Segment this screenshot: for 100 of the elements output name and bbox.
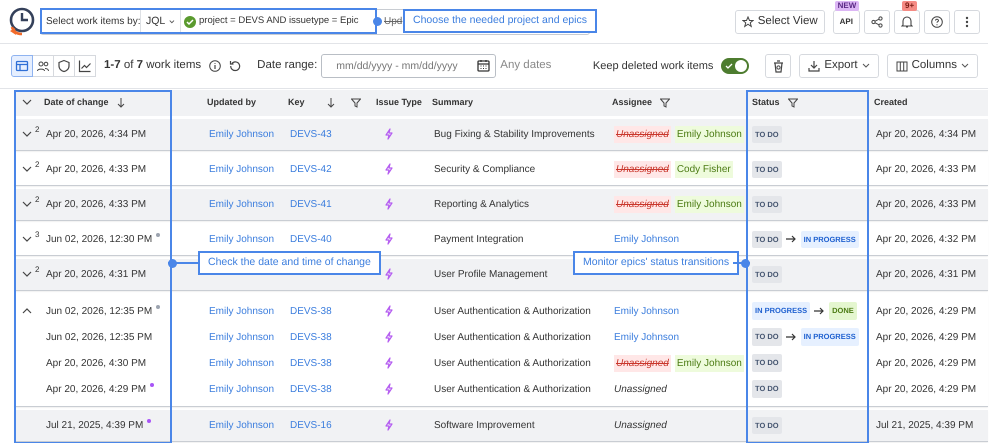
leader-line bbox=[168, 258, 198, 268]
filter-icon[interactable] bbox=[660, 98, 670, 108]
new-badge: NEW bbox=[834, 0, 860, 10]
sort-down-icon[interactable] bbox=[326, 98, 335, 108]
date-range-label: Date range: bbox=[257, 58, 318, 74]
lightning-icon bbox=[384, 198, 394, 210]
query-field[interactable]: project = DEVS AND issuetype = Epic bbox=[181, 10, 373, 34]
issue-key-link[interactable]: DEVS-43 bbox=[290, 129, 332, 140]
api-button[interactable]: API bbox=[832, 10, 860, 34]
column-header[interactable]: Date of change bbox=[44, 96, 109, 110]
filter-icon[interactable] bbox=[788, 98, 798, 108]
expand-icon[interactable] bbox=[22, 130, 32, 138]
new-assignee: Emily Johnson bbox=[674, 354, 744, 372]
filter-icon[interactable] bbox=[350, 98, 361, 108]
chevron-down-icon bbox=[961, 63, 969, 69]
info-icon[interactable] bbox=[209, 60, 222, 72]
lightning-icon bbox=[384, 268, 394, 280]
issue-key-link[interactable]: DEVS-38 bbox=[290, 384, 332, 394]
user-link[interactable]: Emily Johnson bbox=[209, 234, 274, 245]
leader-dot bbox=[373, 17, 382, 26]
created-date: Apr 20, 2026, 4:34 PM bbox=[876, 129, 976, 140]
view-toggle-button[interactable] bbox=[53, 55, 75, 77]
expand-icon[interactable] bbox=[22, 166, 32, 173]
issue-key-link[interactable]: DEVS-16 bbox=[290, 420, 332, 431]
assignee-link[interactable]: Emily Johnson bbox=[614, 330, 680, 344]
arrow-right-icon bbox=[786, 332, 797, 341]
table-view-icon bbox=[15, 59, 29, 73]
issue-key-link[interactable]: DEVS-41 bbox=[290, 199, 332, 210]
arrow-right-icon bbox=[814, 306, 826, 315]
change-date: Apr 20, 2026, 4:33 PM bbox=[46, 199, 146, 210]
created-date: Apr 20, 2026, 4:29 PM bbox=[876, 358, 976, 368]
user-link[interactable]: Emily Johnson bbox=[209, 384, 274, 394]
sort-down-icon[interactable] bbox=[116, 98, 125, 108]
issue-key-link[interactable]: DEVS-38 bbox=[290, 358, 332, 368]
user-link[interactable]: Emily Johnson bbox=[209, 358, 274, 368]
created-date: Apr 20, 2026, 4:33 PM bbox=[876, 199, 976, 210]
expand-icon[interactable] bbox=[22, 200, 32, 208]
trash-icon bbox=[772, 60, 784, 72]
notification-count-badge: 9+ bbox=[902, 0, 918, 10]
expand-icon[interactable] bbox=[22, 270, 32, 278]
share-button[interactable] bbox=[864, 10, 890, 34]
user-link[interactable]: Emily Johnson bbox=[209, 199, 274, 210]
callout-label: Choose the needed project and epics bbox=[403, 9, 597, 33]
columns-button[interactable]: Columns bbox=[886, 54, 978, 78]
change-date: Apr 20, 2026, 4:31 PM bbox=[46, 269, 146, 280]
reset-icon[interactable] bbox=[229, 60, 242, 72]
assignee-link[interactable]: Emily Johnson bbox=[614, 304, 680, 318]
user-link[interactable]: Emily Johnson bbox=[209, 306, 274, 316]
column-header[interactable]: Assignee bbox=[612, 96, 652, 110]
share-icon bbox=[871, 16, 883, 28]
user-link[interactable]: Emily Johnson bbox=[209, 420, 274, 431]
keep-deleted-toggle[interactable] bbox=[721, 58, 750, 74]
date-range-field[interactable]: mm/dd/yyyy - mm/dd/yyyy bbox=[321, 54, 496, 78]
expand-icon[interactable] bbox=[22, 236, 32, 243]
view-toggle-button[interactable] bbox=[11, 55, 33, 77]
user-link[interactable]: Emily Johnson bbox=[209, 129, 274, 140]
view-toggle-button[interactable] bbox=[32, 55, 54, 77]
user-link[interactable]: Emily Johnson bbox=[209, 164, 274, 175]
issue-key-link[interactable]: DEVS-38 bbox=[290, 332, 332, 342]
assignee-link[interactable]: Emily Johnson bbox=[614, 232, 680, 247]
notifications-button[interactable] bbox=[894, 10, 920, 34]
view-toggle-button[interactable] bbox=[74, 55, 96, 77]
created-date: Apr 20, 2026, 4:29 PM bbox=[876, 306, 976, 316]
lightning-icon bbox=[384, 128, 394, 140]
change-date: Apr 20, 2026, 4:33 PM bbox=[46, 164, 146, 175]
created-date: Jul 21, 2025, 4:39 PM bbox=[876, 420, 974, 431]
mode-dropdown[interactable]: JQL bbox=[141, 10, 181, 34]
issue-key-link[interactable]: DEVS-42 bbox=[290, 164, 332, 175]
created-date: Apr 20, 2026, 4:31 PM bbox=[876, 269, 976, 280]
summary-text: Software Improvement bbox=[434, 420, 535, 431]
summary-text: Reporting & Analytics bbox=[434, 199, 530, 210]
help-icon bbox=[931, 16, 943, 28]
issue-key-link[interactable]: DEVS-40 bbox=[290, 234, 332, 245]
change-date: Apr 20, 2026, 4:29 PM bbox=[46, 384, 146, 394]
column-header[interactable]: Status bbox=[752, 96, 780, 110]
summary-text: Payment Integration bbox=[434, 234, 524, 245]
change-date: Jun 02, 2026, 12:35 PM bbox=[46, 306, 152, 316]
issue-key-link[interactable]: DEVS-38 bbox=[290, 306, 332, 316]
export-button[interactable]: Export bbox=[799, 54, 879, 78]
column-header[interactable]: Created bbox=[874, 96, 908, 110]
new-assignee: Emily Johnson bbox=[674, 126, 744, 143]
column-header[interactable]: Issue Type bbox=[376, 96, 422, 110]
summary-text: Bug Fixing & Stability Improvements bbox=[434, 129, 595, 140]
user-link[interactable]: Emily Johnson bbox=[209, 332, 274, 342]
change-count: 3 bbox=[35, 231, 40, 240]
lightning-icon bbox=[384, 356, 394, 369]
column-header[interactable]: Summary bbox=[432, 96, 474, 110]
trash-button[interactable] bbox=[765, 54, 792, 78]
column-header[interactable]: Updated by bbox=[207, 96, 256, 110]
select-view-button[interactable]: Select View bbox=[734, 10, 825, 34]
collapse-icon[interactable] bbox=[22, 307, 32, 314]
collapse-all-icon[interactable] bbox=[22, 99, 32, 106]
column-header[interactable]: Key bbox=[288, 96, 305, 110]
change-count: 2 bbox=[35, 196, 40, 204]
help-button[interactable] bbox=[924, 10, 950, 34]
summary-text: User Profile Management bbox=[434, 269, 548, 280]
arrow-right-icon bbox=[786, 235, 797, 244]
change-date: Jun 02, 2026, 12:30 PM bbox=[46, 234, 152, 245]
summary-text: User Authentication & Authorization bbox=[434, 358, 591, 368]
chart-view-icon bbox=[78, 59, 92, 73]
